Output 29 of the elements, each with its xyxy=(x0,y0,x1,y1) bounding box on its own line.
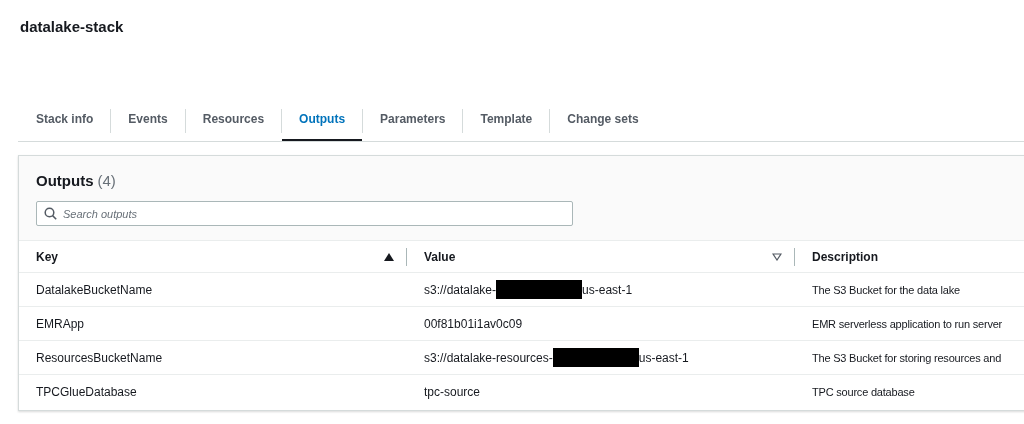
sort-icon[interactable] xyxy=(772,252,782,261)
table-cell-text: DatalakeBucketName xyxy=(35,282,154,297)
table-cell: 00f81b01i1av0c09 xyxy=(424,316,523,331)
table-cell: tpc-source xyxy=(424,384,481,399)
table-cell: us-east-1 xyxy=(582,282,633,297)
table-cell-text: The S3 Bucket for the data lake xyxy=(811,283,961,296)
table-cell: us-east-1 xyxy=(638,350,689,365)
table-cell: s3://datalake- xyxy=(424,282,497,297)
panel-title: Outputs xyxy=(36,172,94,189)
table-cell-text: TPCGlueDatabase xyxy=(35,384,138,399)
item-count: (4) xyxy=(97,172,116,189)
table-cell-text: EMRApp xyxy=(35,316,86,331)
table-cell-text: EMR serverless application to run server xyxy=(811,317,1004,330)
search-field[interactable]: Search outputs xyxy=(36,201,573,226)
column-header[interactable]: Value xyxy=(424,249,772,264)
table-cell: s3://datalake-resources- xyxy=(424,350,553,365)
tab[interactable]: Change sets xyxy=(550,101,656,141)
tab[interactable]: Template xyxy=(463,101,550,141)
column-header[interactable]: Description xyxy=(812,249,1024,264)
sort-ascending-icon[interactable] xyxy=(384,252,394,261)
table-cell-text: ResourcesBucketName xyxy=(35,350,164,365)
tab[interactable]: Parameters xyxy=(363,101,463,141)
tab[interactable]: Stack info xyxy=(18,101,111,141)
table-cell-text: The S3 Bucket for storing resources and xyxy=(811,351,1003,364)
page-title: datalake-stack xyxy=(19,17,125,37)
tab[interactable]: Events xyxy=(111,101,185,141)
column-header[interactable]: Key xyxy=(36,249,384,264)
table-cell-text: TPC source database xyxy=(811,385,916,398)
tab[interactable]: Resources xyxy=(185,101,282,141)
